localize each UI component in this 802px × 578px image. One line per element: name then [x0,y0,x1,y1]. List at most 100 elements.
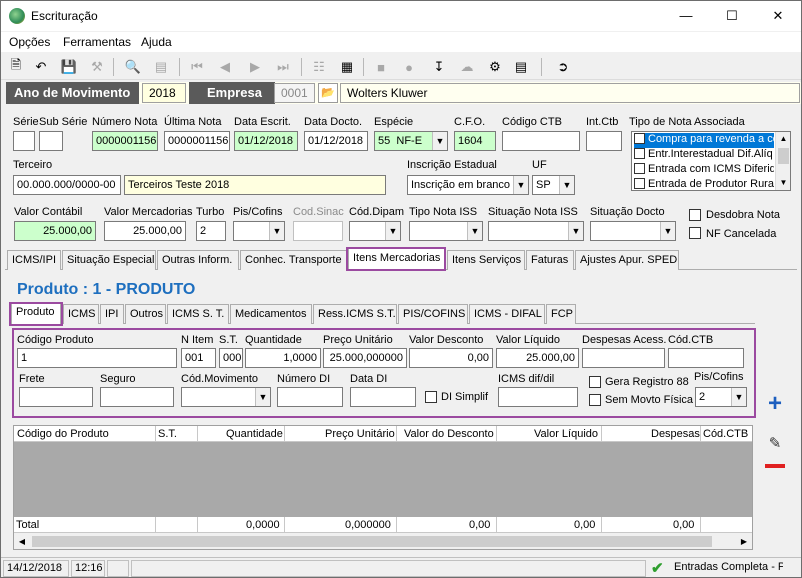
add-item-icon[interactable]: + [763,392,787,417]
grid-body[interactable] [14,442,752,517]
col-valor-desconto[interactable]: Valor do Desconto [404,428,494,440]
scroll-thumb[interactable] [778,148,789,164]
n-item-field[interactable]: 001 [181,348,216,368]
icms-dif-dil-field[interactable] [498,387,578,407]
scroll-right-icon[interactable]: ▶ [738,535,750,548]
tab-outras-inform[interactable]: Outras Inform. [157,250,239,270]
last-record-icon[interactable]: ⏭ [273,57,293,77]
tab-conhec-transporte[interactable]: Conhec. Transporte [240,250,347,270]
data-escrit-field[interactable]: 01/12/2018 [234,131,298,151]
col-st[interactable]: S.T. [158,428,177,440]
horizontal-scrollbar[interactable]: ◀ ▶ [14,533,752,549]
despesas-acess-field[interactable] [582,348,665,368]
subtab-icms-difal[interactable]: ICMS - DIFAL [469,304,545,324]
sem-movto-checkbox[interactable] [589,394,601,406]
pis-cofins-select[interactable]: ▼ [233,221,285,241]
exit-icon[interactable]: ➲ [553,57,573,77]
nf-cancelada-checkbox[interactable] [689,227,701,239]
valor-contabil-field[interactable]: 25.000,00 [14,221,96,241]
codigo-produto-field[interactable]: 1 [17,348,177,368]
seguro-field[interactable] [100,387,174,407]
tipo-iss-select[interactable]: ▼ [409,221,483,241]
tools-icon[interactable]: ⚒ [87,57,107,77]
next-record-icon[interactable]: ▶ [245,57,265,77]
serie-field[interactable] [13,131,35,151]
data-di-field[interactable] [350,387,416,407]
valor-desconto-field[interactable]: 0,00 [409,348,493,368]
save-icon[interactable]: 💾 [59,57,79,77]
undo-icon[interactable]: ↶ [31,57,51,77]
subtab-fcp[interactable]: FCP [546,304,576,324]
col-valor-liquido[interactable]: Valor Líquido [534,428,598,440]
subtab-medicamentos[interactable]: Medicamentos [230,304,312,324]
minimize-button[interactable]: — [663,1,709,31]
empresa-code-field[interactable]: 0001 [274,83,315,103]
ultima-nota-field[interactable]: 0000001156 [164,131,230,151]
menu-opcoes[interactable]: Opções [9,35,50,49]
menu-ajuda[interactable]: Ajuda [141,35,172,49]
col-quantidade[interactable]: Quantidade [226,428,283,440]
edit-pencil-icon[interactable]: ✎ [763,434,787,454]
cod-movimento-select[interactable]: ▼ [181,387,271,407]
checkbox[interactable] [634,148,645,159]
menu-ferramentas[interactable]: Ferramentas [63,35,131,49]
new-file-icon[interactable]: 🗎 [6,57,26,77]
scroll-down-icon[interactable]: ▼ [776,176,790,190]
subtab-icms-st[interactable]: ICMS S. T. [167,304,229,324]
puzzle-icon[interactable]: ● [399,57,419,77]
cfo-field[interactable]: 1604 [454,131,496,151]
tipo-nota-list[interactable]: Compra para revenda a co Entr.Interestad… [631,131,791,191]
close-button[interactable]: ✕ [755,1,801,31]
report-icon[interactable]: ▤ [511,57,531,77]
subtab-outros[interactable]: Outros [125,304,166,324]
col-cod-ctb[interactable]: Cód.CTB [703,428,748,440]
cod-sinac-field[interactable] [293,221,343,241]
scroll-left-icon[interactable]: ◀ [16,535,28,548]
subserie-field[interactable] [39,131,63,151]
calculator-icon[interactable]: ▦ [337,57,357,77]
tree-icon[interactable]: ☷ [309,57,329,77]
tipo-nota-item-3[interactable]: Entrada de Produtor Rural [634,178,774,190]
items-grid[interactable]: Código do Produto S.T. Quantidade Preço … [13,425,753,550]
tipo-nota-item-0[interactable]: Compra para revenda a co [634,133,774,148]
numero-di-field[interactable] [277,387,343,407]
checkbox[interactable] [634,133,645,144]
maximize-button[interactable]: ☐ [709,1,755,31]
especie-select[interactable]: 55 NF-E ▼ [374,131,448,151]
int-ctb-field[interactable] [586,131,622,151]
cod-dipam-select[interactable]: ▼ [349,221,401,241]
tipo-nota-item-2[interactable]: Entrada com ICMS Diferido [634,163,774,178]
tab-situacao-especial[interactable]: Situação Especial [62,250,156,270]
quantidade-field[interactable]: 1,0000 [245,348,321,368]
scroll-up-icon[interactable]: ▲ [776,132,790,146]
subtab-pis-cofins[interactable]: PIS/COFINS [398,304,468,324]
cod-ctb-field[interactable] [668,348,744,368]
tab-icms-ipi[interactable]: ICMS/IPI [7,250,61,270]
codigo-ctb-field[interactable] [502,131,580,151]
numero-nota-field[interactable]: 0000001156 [92,131,158,151]
ano-movimento-field[interactable]: 2018 [142,83,186,103]
checkbox[interactable] [634,163,645,174]
uf-select[interactable]: SP ▼ [532,175,575,195]
data-docto-field[interactable]: 01/12/2018 [304,131,368,151]
print-preview-icon[interactable]: 🔍 [123,57,143,77]
previous-record-icon[interactable]: ◀ [215,57,235,77]
st-field[interactable]: 000 [219,348,243,368]
scrollbar[interactable]: ▲ ▼ [775,132,790,190]
col-preco-unitario[interactable]: Preço Unitário [325,428,395,440]
desdobra-checkbox[interactable] [689,209,701,221]
checkbox[interactable] [634,178,645,189]
inscricao-select[interactable]: Inscrição em branco ▼ [407,175,529,195]
first-record-icon[interactable]: ⏮ [187,57,207,77]
col-codigo-produto[interactable]: Código do Produto [17,428,109,440]
cloud-icon[interactable]: ☁ [457,57,477,77]
valor-mercadorias-field[interactable]: 25.000,00 [104,221,186,241]
tab-faturas[interactable]: Faturas [526,250,574,270]
folder-icon[interactable]: ■ [371,57,391,77]
subtab-icms[interactable]: ICMS [63,304,99,324]
cib-icon[interactable]: ⚙ [485,57,505,77]
valor-liquido-field[interactable]: 25.000,00 [496,348,579,368]
subtab-ipi[interactable]: IPI [100,304,124,324]
tab-ajustes-apur-sped[interactable]: Ajustes Apur. SPED [575,250,679,270]
col-despesas[interactable]: Despesas [651,428,700,440]
